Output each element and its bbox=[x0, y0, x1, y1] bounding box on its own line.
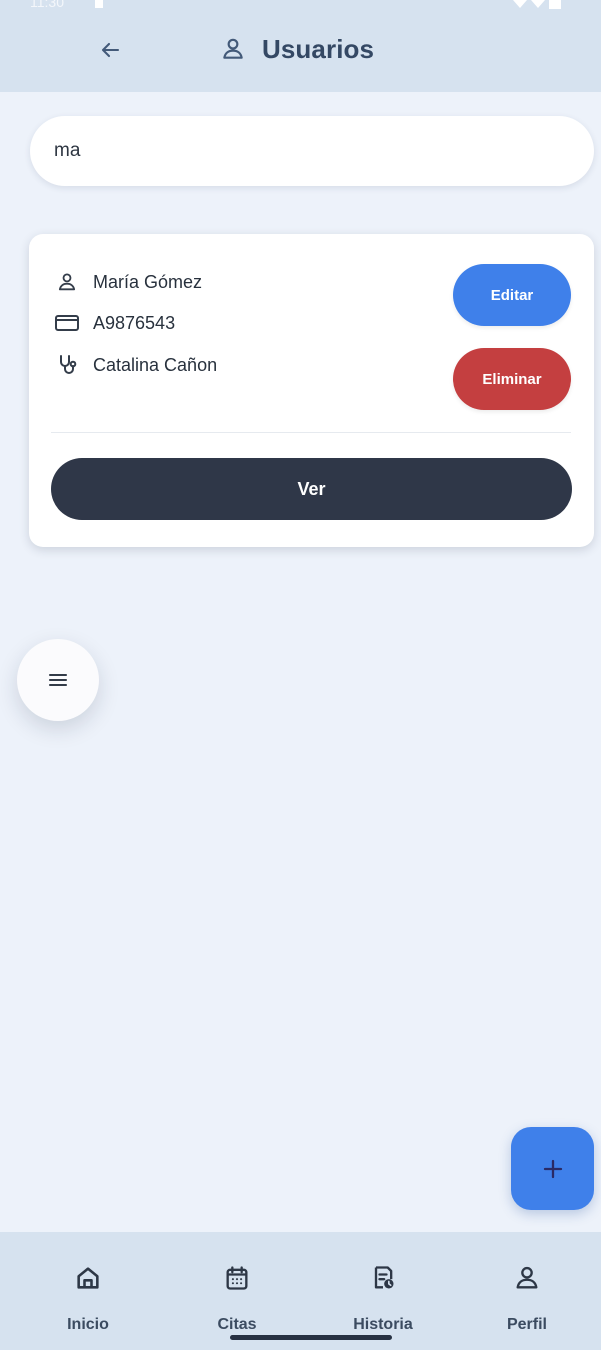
nav-label-perfil: Perfil bbox=[506, 1316, 547, 1333]
status-icons bbox=[513, 0, 561, 9]
user-icon bbox=[53, 270, 81, 294]
add-user-button[interactable] bbox=[511, 1127, 594, 1210]
search-box[interactable] bbox=[30, 116, 594, 186]
nav-item-historia[interactable]: Historia bbox=[333, 1264, 433, 1344]
plus-icon bbox=[543, 1159, 562, 1178]
user-name-row: María Gómez bbox=[53, 270, 202, 294]
menu-button[interactable] bbox=[17, 639, 99, 721]
delete-button[interactable]: Eliminar bbox=[453, 348, 571, 410]
user-name: María Gómez bbox=[93, 271, 203, 292]
calendar-icon bbox=[226, 1266, 248, 1290]
menu-icon bbox=[48, 673, 68, 687]
id-card-icon bbox=[53, 311, 81, 335]
home-icon bbox=[77, 1267, 99, 1289]
user-card: María Gómez A9876543 Catalina Cañon Edit… bbox=[29, 234, 594, 547]
assigned-doctor: Catalina Cañon bbox=[93, 354, 218, 375]
history-icon bbox=[374, 1266, 394, 1289]
status-time: 11:30 bbox=[30, 0, 64, 10]
page-title-group: Usuarios bbox=[220, 29, 374, 69]
nav-item-inicio[interactable]: Inicio bbox=[38, 1264, 138, 1344]
arrow-left-icon bbox=[101, 42, 120, 58]
bottom-navigation: Inicio Citas Historia Perfil bbox=[0, 1232, 601, 1350]
back-button[interactable] bbox=[88, 30, 132, 70]
nav-item-citas[interactable]: Citas bbox=[187, 1264, 287, 1344]
status-bar: 11:30 bbox=[0, 0, 601, 10]
edit-button[interactable]: Editar bbox=[453, 264, 571, 326]
nav-label-inicio: Inicio bbox=[67, 1316, 109, 1333]
home-indicator bbox=[230, 1335, 392, 1340]
search-input[interactable] bbox=[54, 134, 554, 168]
user-icon bbox=[516, 1266, 538, 1289]
nav-label-citas: Citas bbox=[217, 1316, 257, 1333]
user-document-row: A9876543 bbox=[53, 311, 175, 335]
stethoscope-icon bbox=[53, 353, 81, 377]
nav-label-historia: Historia bbox=[353, 1316, 413, 1333]
card-divider bbox=[51, 432, 571, 433]
user-icon bbox=[223, 38, 243, 59]
user-doctor-row: Catalina Cañon bbox=[53, 353, 217, 377]
user-document: A9876543 bbox=[93, 312, 176, 333]
app-header: Usuarios bbox=[0, 10, 601, 92]
page-title: Usuarios bbox=[262, 33, 375, 64]
nav-item-perfil[interactable]: Perfil bbox=[477, 1264, 577, 1344]
view-button[interactable]: Ver bbox=[51, 458, 572, 520]
status-notification-icon bbox=[95, 0, 103, 8]
